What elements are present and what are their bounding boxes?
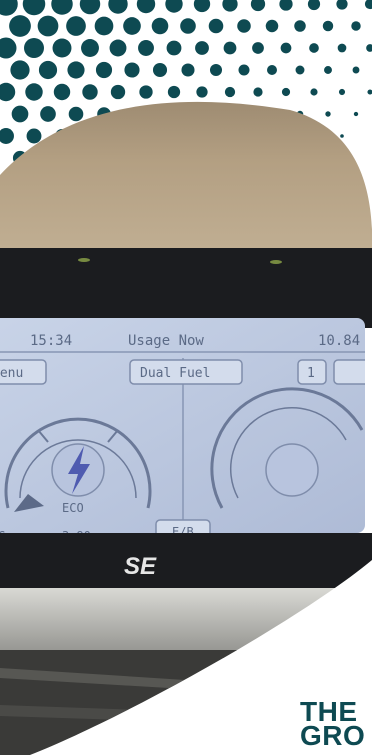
- halftone-dot: [193, 0, 211, 13]
- halftone-dot: [322, 20, 334, 32]
- halftone-dot: [294, 20, 306, 32]
- halftone-dot: [338, 88, 346, 96]
- halftone-dot: [81, 39, 99, 57]
- halftone-dot: [139, 85, 153, 99]
- device-led: [78, 258, 90, 262]
- halftone-dot: [38, 60, 58, 80]
- halftone-dot: [108, 0, 128, 14]
- halftone-dot: [68, 106, 84, 122]
- halftone-dot: [136, 0, 156, 14]
- halftone-dot: [40, 106, 56, 122]
- status-title: Usage Now: [128, 333, 204, 349]
- halftone-dot: [307, 0, 321, 11]
- halftone-dot: [110, 84, 126, 100]
- halftone-dot: [53, 83, 71, 101]
- halftone-dot: [237, 19, 251, 33]
- brand-wordmark: THE GRO: [300, 698, 366, 751]
- halftone-dot: [124, 62, 140, 78]
- halftone-dot: [11, 105, 29, 123]
- halftone-dot: [280, 42, 292, 54]
- dual-fuel-button[interactable]: Dual Fuel: [129, 359, 243, 385]
- halftone-dot: [250, 0, 266, 12]
- menu-button-label: Menu: [0, 366, 23, 381]
- halftone-dot: [238, 64, 250, 76]
- halftone-dot: [95, 61, 113, 79]
- composite-illustration: 15:34 Usage Now 10.84 Menu Dual Fuel 1: [0, 0, 372, 755]
- halftone-dot: [253, 87, 263, 97]
- halftone-dot: [351, 21, 361, 31]
- number-button-label: 1: [307, 366, 315, 381]
- halftone-dot: [151, 17, 169, 35]
- halftone-dot: [0, 0, 18, 16]
- halftone-dot: [267, 65, 277, 75]
- halftone-dot: [310, 88, 318, 96]
- halftone-dot: [196, 86, 208, 98]
- brand-line-2: GRO: [300, 720, 366, 751]
- halftone-dot: [25, 83, 43, 101]
- halftone-dot: [364, 0, 372, 10]
- halftone-dot: [325, 111, 331, 117]
- device-bottom-bezel: [0, 533, 372, 588]
- halftone-dot: [24, 38, 44, 58]
- halftone-dot: [222, 0, 238, 12]
- halftone-dot: [51, 0, 73, 15]
- halftone-dot: [79, 0, 101, 15]
- halftone-dot: [252, 42, 264, 54]
- halftone-dot: [353, 111, 359, 117]
- halftone-dot: [279, 0, 293, 11]
- halftone-dot: [37, 15, 59, 37]
- halftone-dot: [10, 60, 30, 80]
- halftone-dot: [295, 65, 305, 75]
- halftone-dot: [195, 41, 209, 55]
- halftone-dot: [166, 40, 182, 56]
- bezel-brand-text: SE: [124, 553, 157, 580]
- halftone-dot: [208, 18, 224, 34]
- page: 15:34 Usage Now 10.84 Menu Dual Fuel 1: [0, 0, 372, 755]
- halftone-dot: [26, 128, 42, 144]
- halftone-dot: [265, 19, 279, 33]
- dual-fuel-button-label: Dual Fuel: [140, 366, 210, 381]
- halftone-dot: [340, 134, 344, 138]
- device-led: [270, 260, 282, 264]
- halftone-dot: [367, 89, 372, 95]
- halftone-dot: [167, 85, 181, 99]
- status-time: 15:34: [30, 333, 72, 349]
- halftone-dot: [0, 82, 16, 102]
- halftone-dot: [352, 66, 360, 74]
- halftone-dot: [165, 0, 183, 13]
- halftone-dot: [94, 16, 114, 36]
- halftone-dot: [123, 17, 141, 35]
- photo-blob: 15:34 Usage Now 10.84 Menu Dual Fuel 1: [0, 101, 372, 755]
- halftone-dot: [22, 0, 46, 16]
- menu-button[interactable]: Menu: [0, 359, 47, 385]
- halftone-dot: [181, 63, 195, 77]
- halftone-dot: [309, 43, 319, 53]
- next-button[interactable]: [333, 359, 372, 385]
- number-button[interactable]: 1: [297, 359, 327, 385]
- halftone-dot: [138, 40, 154, 56]
- halftone-dot: [337, 43, 347, 53]
- status-value: 10.84: [318, 333, 360, 349]
- halftone-dot: [66, 16, 86, 36]
- halftone-dot: [52, 38, 72, 58]
- gauge-mode: ECO: [62, 501, 84, 515]
- halftone-dot: [82, 84, 98, 100]
- halftone-dot: [0, 128, 14, 144]
- halftone-dot: [180, 18, 196, 34]
- halftone-dot: [109, 39, 127, 57]
- halftone-dot: [224, 86, 236, 98]
- halftone-dot: [209, 63, 223, 77]
- halftone-dot: [152, 62, 168, 78]
- halftone-dot: [0, 37, 17, 59]
- halftone-dot: [67, 61, 85, 79]
- halftone-dot: [324, 66, 332, 74]
- halftone-dot: [281, 87, 291, 97]
- halftone-dot: [9, 15, 31, 37]
- halftone-dot: [223, 41, 237, 55]
- device-top-bezel: [0, 248, 372, 328]
- halftone-dot: [366, 44, 372, 52]
- device-base: [0, 588, 372, 658]
- halftone-dot: [336, 0, 348, 10]
